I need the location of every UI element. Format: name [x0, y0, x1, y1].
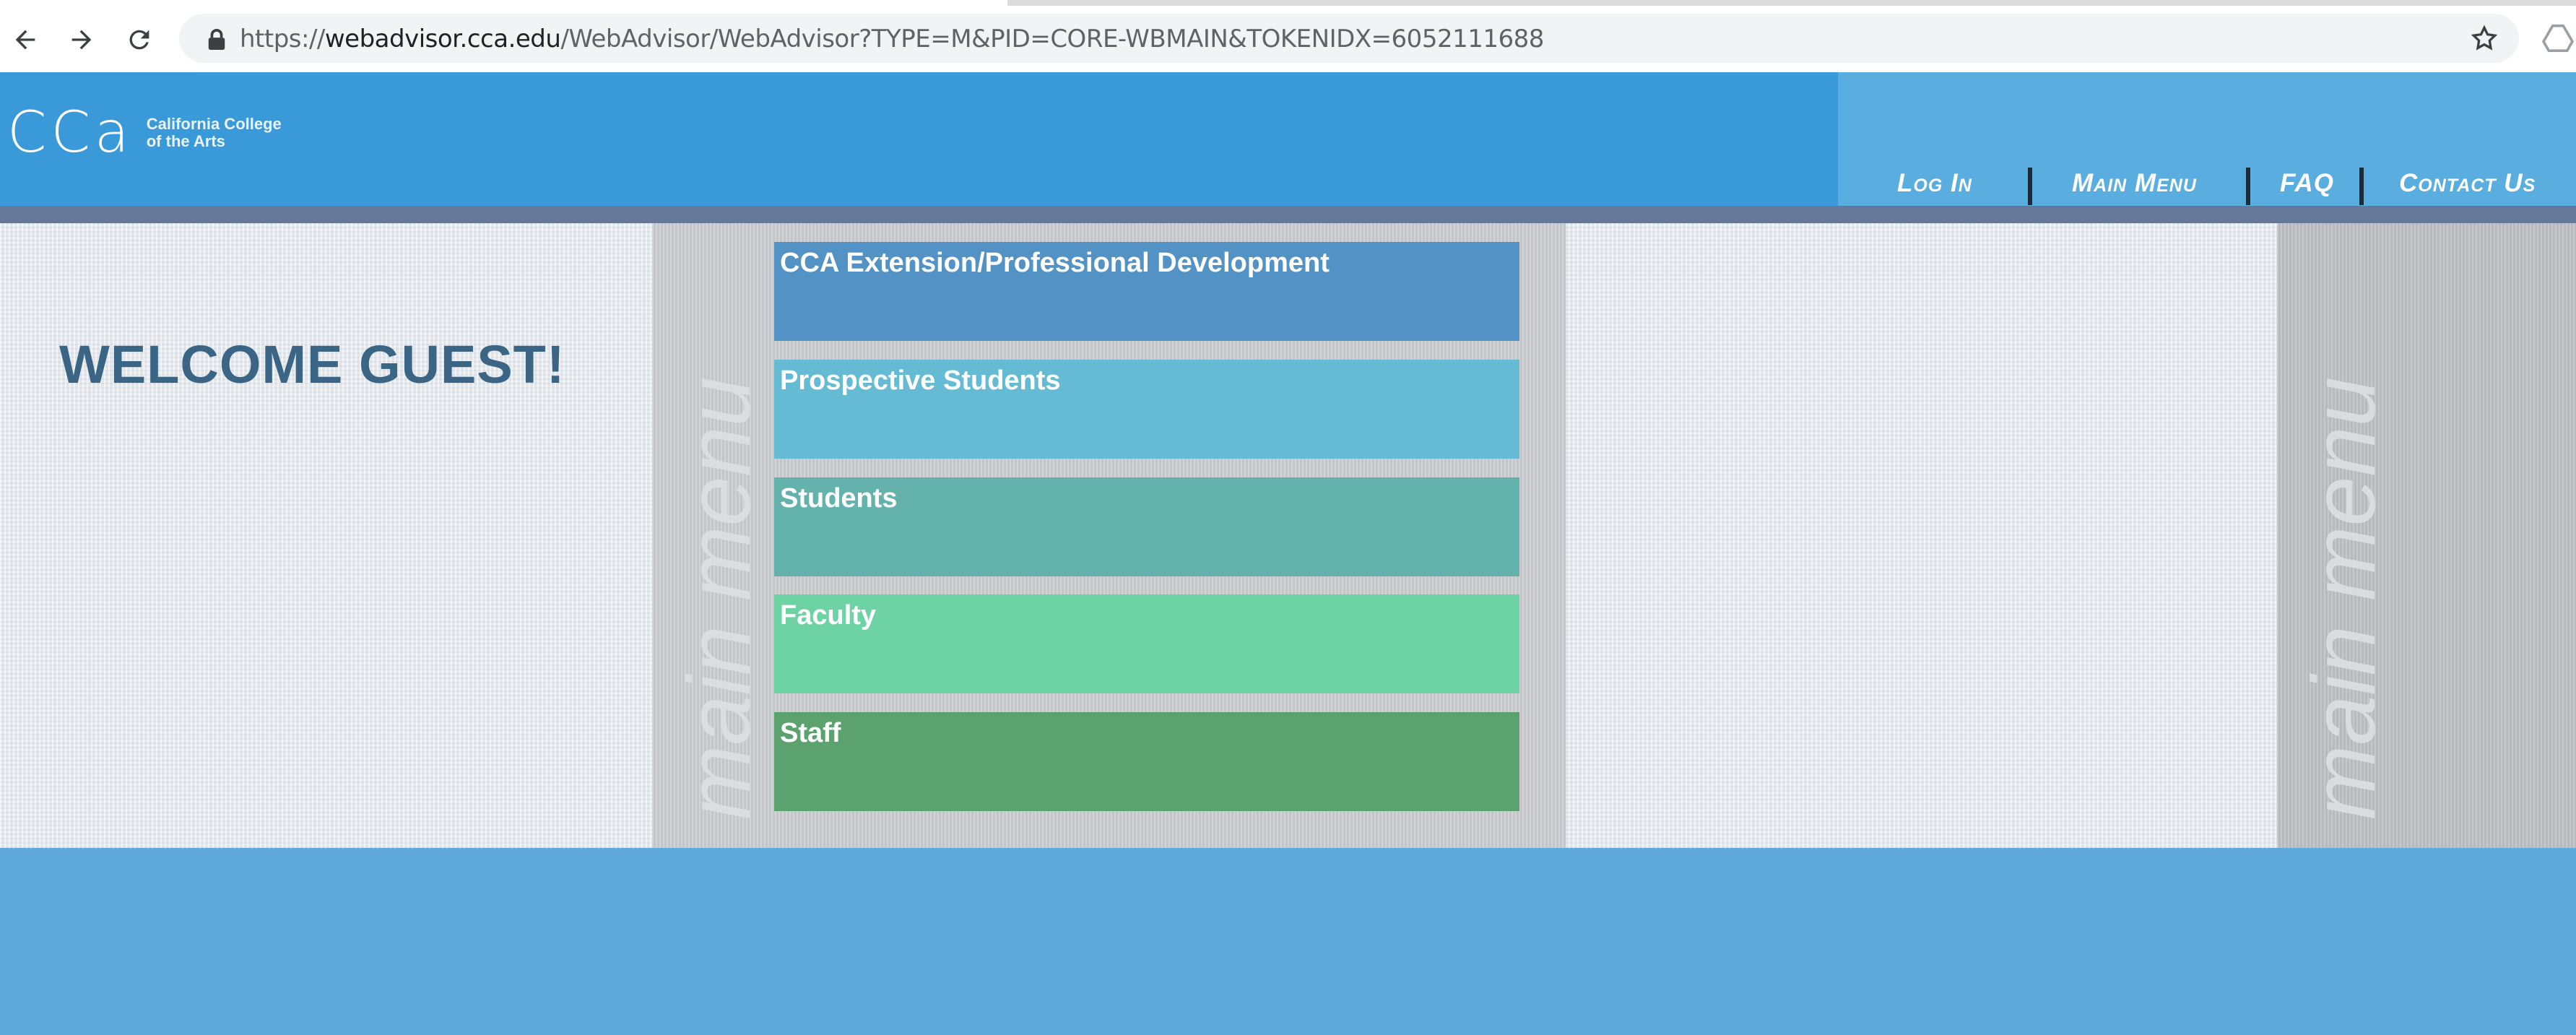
reload-icon — [129, 30, 149, 50]
url-scheme: https:// — [240, 25, 325, 53]
forward-button[interactable] — [56, 14, 107, 65]
nav-login-link[interactable]: Log In — [1897, 169, 1972, 198]
menu-item-faculty[interactable]: Faculty — [774, 594, 1519, 693]
nav-faq-link[interactable]: FAQ — [2280, 169, 2334, 198]
lock-icon — [208, 28, 225, 50]
header-divider-bar — [0, 206, 2576, 223]
url-host: webadvisor.cca.edu — [324, 25, 561, 53]
nav-separator — [2028, 168, 2032, 205]
menu-item-staff[interactable]: Staff — [774, 712, 1519, 811]
nav-main-menu-link[interactable]: Main Menu — [2072, 169, 2197, 198]
back-icon — [15, 30, 35, 50]
forward-icon — [71, 30, 92, 50]
menu-item-label: CCA Extension/Professional Development — [780, 248, 1330, 278]
tab-strip-edge — [1007, 0, 2576, 6]
drive-icon[interactable] — [2542, 23, 2574, 52]
nav-faq-item: FAQ — [2280, 162, 2334, 205]
nav-separator — [2359, 168, 2364, 205]
logo-line-1: California College — [146, 115, 282, 133]
page-footer — [0, 848, 2576, 1035]
nav-contact-item: Contact Us — [2399, 162, 2536, 205]
menu-item-label: Faculty — [780, 600, 877, 631]
nav-login-item: Log In — [1897, 162, 1972, 205]
menu-item-prospective-students[interactable]: Prospective Students — [774, 360, 1519, 459]
url-text[interactable]: https://webadvisor.cca.edu/WebAdvisor/We… — [240, 25, 1544, 53]
reload-button[interactable] — [114, 14, 165, 65]
menu-item-students[interactable]: Students — [774, 477, 1519, 576]
nav-separator — [2246, 168, 2250, 205]
logo-line-2: of the Arts — [146, 132, 225, 150]
menu-item-label: Staff — [780, 718, 841, 748]
logo-text: California College of the Arts — [147, 116, 305, 150]
logo-mark: CCa — [7, 100, 134, 165]
cca-logo[interactable]: CCa California College of the Arts — [7, 100, 305, 165]
menu-item-label: Prospective Students — [780, 365, 1061, 396]
main-menu-watermark: main menu — [2294, 376, 2394, 820]
welcome-heading: WELCOME GUEST! — [59, 334, 565, 394]
nav-contact-link[interactable]: Contact Us — [2399, 169, 2536, 198]
main-menu-watermark: main menu — [669, 376, 769, 820]
url-path: /WebAdvisor/WebAdvisor?TYPE=M&PID=CORE-W… — [560, 25, 1544, 53]
menu-item-label: Students — [780, 483, 898, 514]
nav-main-menu-item: Main Menu — [2072, 162, 2197, 205]
address-bar[interactable]: https://webadvisor.cca.edu/WebAdvisor/We… — [179, 14, 2519, 63]
browser-toolbar: https://webadvisor.cca.edu/WebAdvisor/We… — [0, 0, 2576, 72]
menu-item-cca-extension[interactable]: CCA Extension/Professional Development — [774, 242, 1519, 341]
back-button[interactable] — [0, 14, 51, 65]
right-menu-panel: main menu — [2277, 223, 2576, 848]
star-icon[interactable] — [2470, 24, 2499, 53]
